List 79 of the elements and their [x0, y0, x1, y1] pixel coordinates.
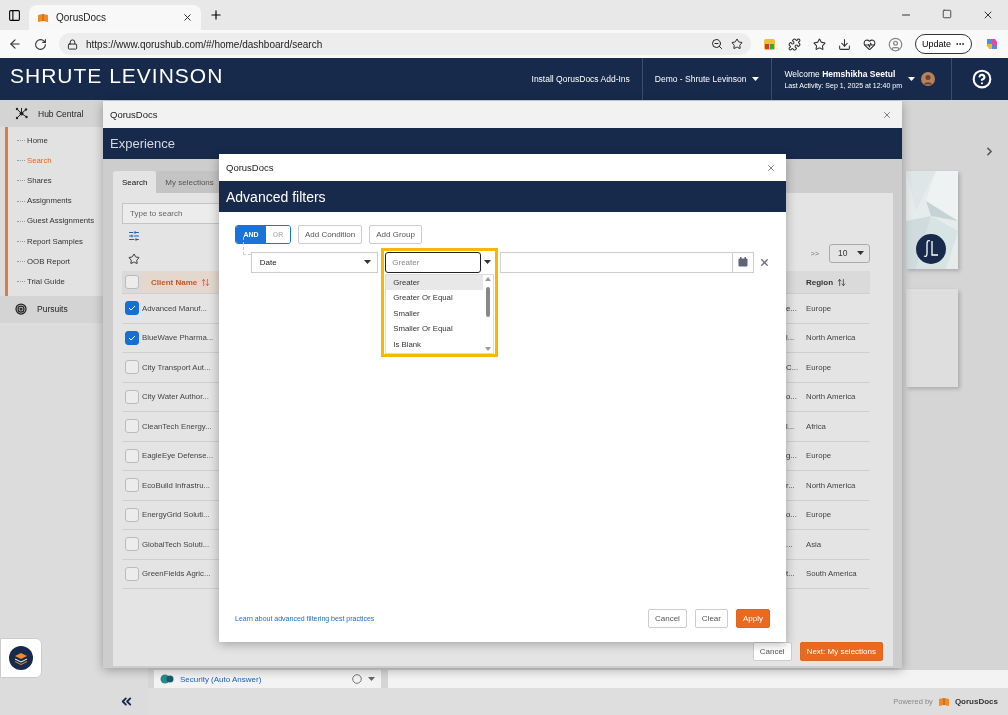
- maximize-icon[interactable]: [942, 9, 952, 19]
- tab-title: QorusDocs: [56, 12, 107, 23]
- checkbox[interactable]: [125, 537, 139, 552]
- operator-field[interactable]: Greater: [385, 251, 482, 273]
- favorites-icon[interactable]: [812, 37, 826, 51]
- filter-icon[interactable]: [128, 230, 140, 242]
- field-select[interactable]: Date: [250, 251, 379, 273]
- cancel-button[interactable]: Cancel: [752, 642, 792, 661]
- star-icon[interactable]: [730, 38, 743, 50]
- sidebar-toggle-icon[interactable]: [8, 8, 21, 22]
- company-logo: SHRUTE LEVINSON: [9, 63, 225, 89]
- avatar: [921, 72, 935, 86]
- add-button[interactable]: Add Condition: [298, 225, 363, 244]
- secondary-button[interactable]: Clear: [694, 609, 728, 628]
- checkbox[interactable]: [125, 448, 139, 463]
- close-icon[interactable]: [182, 12, 193, 23]
- value-field[interactable]: [499, 251, 754, 273]
- checkbox[interactable]: [125, 360, 139, 375]
- brand-name: QorusDocs: [954, 697, 998, 706]
- list-item[interactable]: Security (Auto Answer): [154, 670, 381, 688]
- chat-icon: [160, 674, 174, 684]
- check-icon: [128, 305, 136, 312]
- add-button[interactable]: Add Group: [369, 225, 422, 244]
- checkbox[interactable]: [125, 275, 139, 289]
- book-icon: [37, 12, 49, 23]
- checkbox[interactable]: [125, 301, 139, 316]
- dialog-heading: Experience: [110, 136, 176, 151]
- update-button[interactable]: Update: [914, 34, 972, 54]
- back-icon[interactable]: [8, 37, 22, 51]
- dialog-heading: Advanced filters: [226, 188, 326, 205]
- launcher-button[interactable]: [0, 638, 42, 678]
- zoom-icon[interactable]: [710, 38, 723, 50]
- header-cell: [786, 271, 800, 294]
- target-icon: [15, 303, 27, 315]
- checkbox[interactable]: [125, 419, 139, 434]
- dialog-title: QorusDocs: [226, 162, 274, 173]
- radio-icon[interactable]: [352, 674, 362, 684]
- collapse-icon[interactable]: [119, 694, 134, 709]
- puzzle-icon[interactable]: [787, 37, 801, 51]
- book-icon: [937, 696, 950, 707]
- sort-icon[interactable]: [837, 277, 847, 287]
- url-text: https://www.qorushub.com/#/home/dashboard/search: [86, 38, 324, 50]
- help-icon[interactable]: [972, 69, 992, 89]
- heart-pulse-icon[interactable]: [862, 37, 876, 51]
- new-tab-icon[interactable]: [209, 8, 223, 22]
- checkbox[interactable]: [125, 507, 139, 522]
- download-icon[interactable]: [837, 37, 851, 51]
- checkbox[interactable]: [125, 389, 139, 404]
- calendar-icon[interactable]: [738, 257, 748, 267]
- workspace-menu[interactable]: Demo - Shrute Levinson: [654, 74, 747, 84]
- caret-icon: [857, 251, 864, 255]
- tab[interactable]: Search: [113, 171, 157, 193]
- layers-icon: [9, 646, 33, 670]
- reload-icon[interactable]: [34, 37, 47, 51]
- caret-icon: [364, 260, 372, 264]
- browser-tab[interactable]: QorusDocs: [29, 5, 201, 30]
- caret-icon: [484, 260, 492, 264]
- secondary-button[interactable]: Cancel: [647, 609, 687, 628]
- close-icon[interactable]: [982, 9, 994, 21]
- star-icon[interactable]: [128, 253, 140, 265]
- remove-icon[interactable]: [759, 256, 770, 268]
- logo-icon: [916, 234, 946, 264]
- caret-icon: [368, 677, 375, 681]
- check-icon: [128, 334, 136, 341]
- extension-icon[interactable]: [762, 37, 776, 51]
- profile-icon[interactable]: [887, 36, 903, 52]
- page-size-select[interactable]: 10: [829, 243, 870, 263]
- install-link[interactable]: Install QorusDocs Add-Ins: [531, 74, 630, 84]
- checkbox[interactable]: [125, 478, 139, 493]
- network-icon: [15, 107, 28, 120]
- caret-icon: [752, 77, 760, 81]
- address-field[interactable]: https://www.qorushub.com/#/home/dashboard/search: [59, 33, 751, 55]
- lock-icon: [67, 38, 78, 50]
- caret-icon: [908, 77, 915, 81]
- welcome-text: Welcome Hemshikha Seetul: [784, 69, 897, 79]
- checkbox[interactable]: [125, 566, 139, 581]
- checkbox[interactable]: [125, 330, 139, 345]
- copilot-icon[interactable]: [984, 36, 1000, 52]
- column-header[interactable]: Region: [800, 271, 870, 294]
